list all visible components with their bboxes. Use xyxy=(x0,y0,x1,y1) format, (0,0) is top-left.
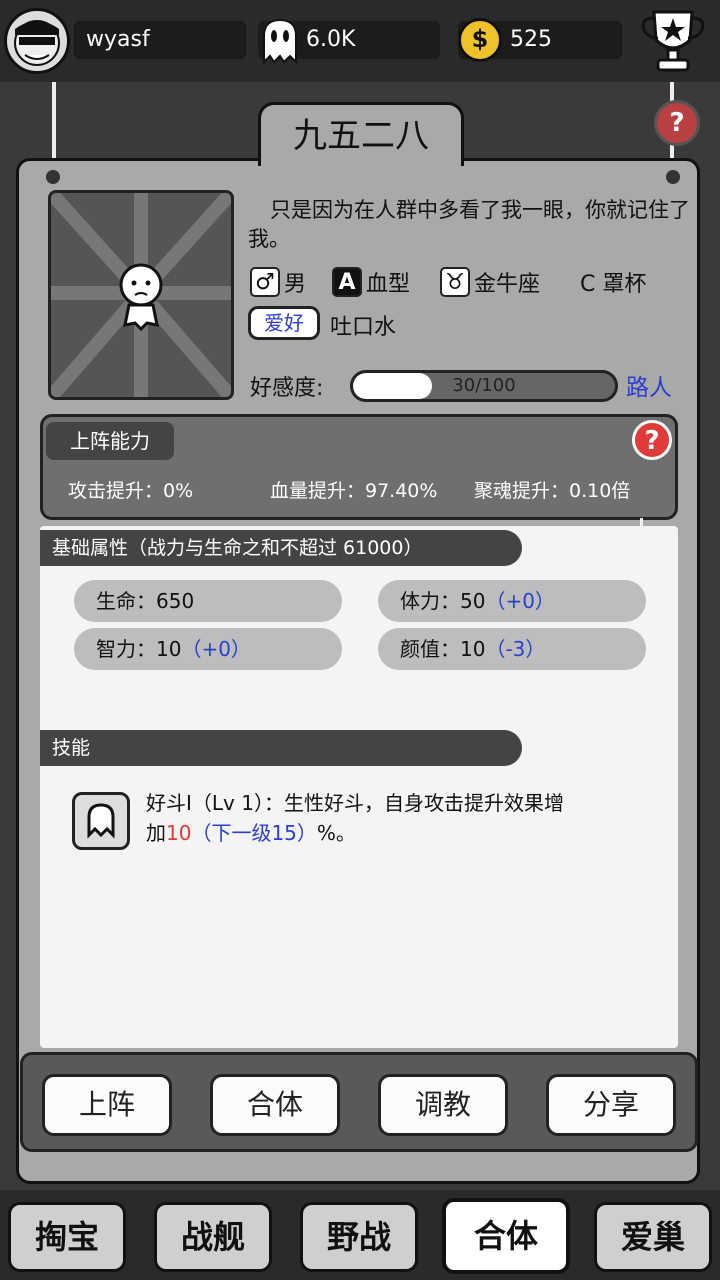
character-name: 九五二八 xyxy=(258,102,464,166)
help-icon[interactable]: ? xyxy=(654,100,700,146)
hp-bonus: 血量提升：97.40% xyxy=(270,480,438,502)
coin-icon: $ xyxy=(458,18,502,62)
taurus-icon: ♉ xyxy=(440,267,470,297)
attack-bonus: 攻击提升：0% xyxy=(68,480,194,502)
train-button[interactable]: 调教 xyxy=(378,1074,508,1136)
avatar[interactable] xyxy=(4,8,70,74)
stat-looks: 颜值：10（-3） xyxy=(378,628,646,670)
ability-help-icon[interactable]: ? xyxy=(632,420,672,460)
base-attrs-title: 基础属性（战力与生命之和不超过 61000） xyxy=(40,530,522,566)
stat-stamina: 体力：50（+0） xyxy=(378,580,646,622)
blood-type-icon: A xyxy=(332,267,362,297)
trophy-icon[interactable] xyxy=(636,6,710,78)
stat-life: 生命：650 xyxy=(74,580,342,622)
affection-level: 路人 xyxy=(626,375,672,401)
skills-title: 技能 xyxy=(40,730,522,766)
soul-bonus: 聚魂提升：0.10倍 xyxy=(474,480,631,502)
skill-ghost-icon[interactable] xyxy=(72,792,130,850)
username-field: wyasf xyxy=(74,21,246,59)
stat-intelligence: 智力：10（+0） xyxy=(74,628,342,670)
skill-description: 好斗Ⅰ（Lv 1）：生性好斗，自身攻击提升效果增 加10（下一级15）%。 xyxy=(146,791,564,845)
hobby-badge: 爱好 xyxy=(248,306,320,340)
pin-right-icon xyxy=(666,170,680,184)
affection-value: 30/100 xyxy=(452,375,516,396)
cup-tag: C 罩杯 xyxy=(580,272,647,297)
hobby-value: 吐口水 xyxy=(330,315,397,340)
character-portrait xyxy=(48,190,234,400)
nav-battleship[interactable]: 战舰 xyxy=(154,1202,272,1272)
nav-treasure[interactable]: 掏宝 xyxy=(8,1202,126,1272)
ghost-icon xyxy=(258,16,302,66)
deploy-button[interactable]: 上阵 xyxy=(42,1074,172,1136)
share-button[interactable]: 分享 xyxy=(546,1074,676,1136)
gender-tag: ♂ 男 xyxy=(250,266,306,298)
affection-label: 好感度: xyxy=(250,376,324,401)
character-description: 只是因为在人群中多看了我一眼，你就记住了我。 xyxy=(248,198,690,251)
merge-button[interactable]: 合体 xyxy=(210,1074,340,1136)
nav-merge[interactable]: 合体 xyxy=(442,1198,570,1274)
ability-title: 上阵能力 xyxy=(46,422,174,460)
blood-type-tag: A 血型 xyxy=(332,266,410,298)
affection-bar: 30/100 xyxy=(350,370,618,402)
pin-left-icon xyxy=(46,170,60,184)
male-icon: ♂ xyxy=(250,267,280,297)
nav-field-battle[interactable]: 野战 xyxy=(300,1202,418,1272)
nav-love-nest[interactable]: 爱巢 xyxy=(594,1202,712,1272)
zodiac-tag: ♉ 金牛座 xyxy=(440,266,540,298)
